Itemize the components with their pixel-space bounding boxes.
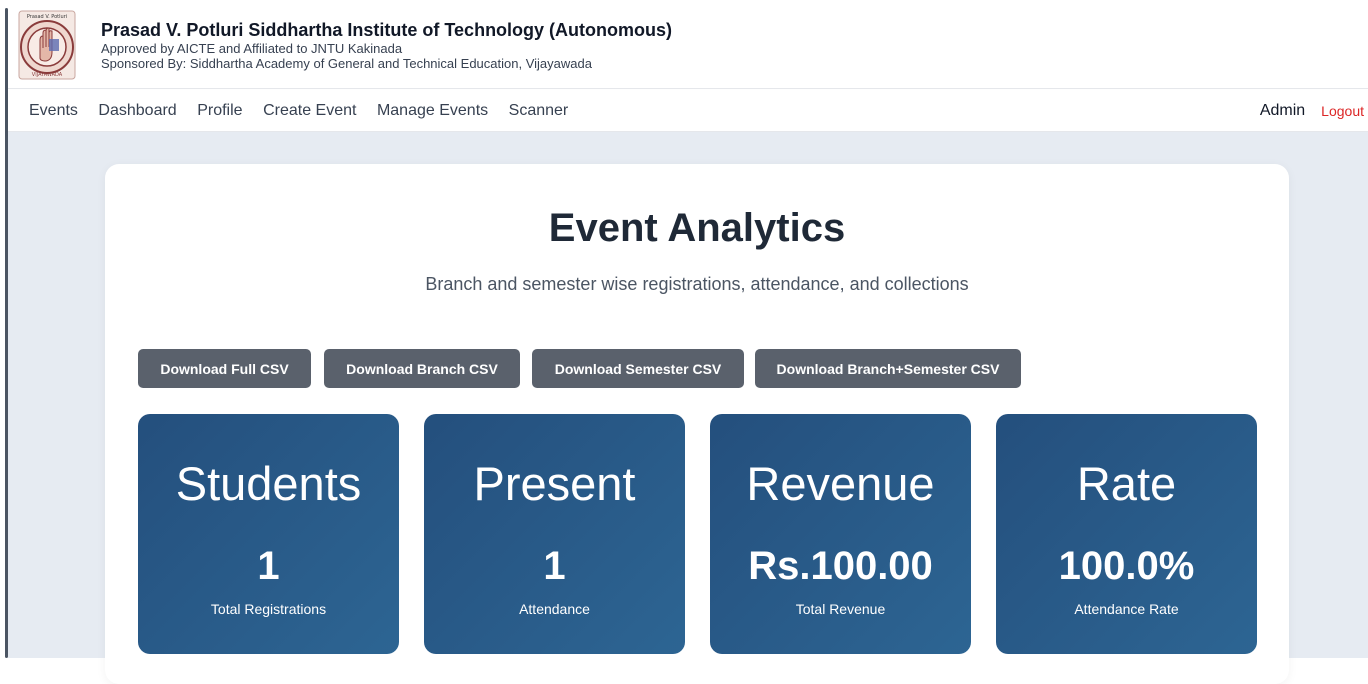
stat-label: Total Registrations xyxy=(210,601,327,617)
institute-header: Prasad V. Potluri VIJAYAWADA Prasad V. P… xyxy=(8,0,1368,89)
page-title: Event Analytics xyxy=(548,206,846,250)
stat-title: Rate xyxy=(1076,457,1177,510)
download-branch-semester-csv-button[interactable]: Download Branch+Semester CSV xyxy=(755,349,1021,388)
nav-dashboard[interactable]: Dashboard xyxy=(98,102,176,120)
nav-create-event[interactable]: Create Event xyxy=(263,102,356,120)
stat-value: 1 xyxy=(257,544,280,588)
nav-events[interactable]: Events xyxy=(29,102,78,120)
institute-sponsor: Sponsored By: Siddhartha Academy of Gene… xyxy=(101,56,592,71)
main-navbar: Events Dashboard Profile Create Event Ma… xyxy=(8,90,1368,132)
page-subtitle: Branch and semester wise registrations, … xyxy=(425,274,969,294)
stat-title: Students xyxy=(175,457,362,510)
logo-top-text: Prasad V. Potluri xyxy=(27,14,67,20)
stat-card-present: Present 1 Attendance xyxy=(424,414,685,654)
stat-label: Total Revenue xyxy=(795,601,886,617)
stat-value: Rs.100.00 xyxy=(748,544,933,588)
institute-name: Prasad V. Potluri Siddhartha Institute o… xyxy=(101,20,673,40)
nav-manage-events[interactable]: Manage Events xyxy=(377,102,488,120)
stat-title: Revenue xyxy=(746,457,935,510)
user-name: Admin xyxy=(1259,102,1306,119)
stat-label: Attendance xyxy=(519,601,590,617)
stat-value: 100.0% xyxy=(1058,544,1195,588)
nav-profile[interactable]: Profile xyxy=(197,102,242,120)
nav-links: Events Dashboard Profile Create Event Ma… xyxy=(29,90,589,132)
stat-card-students: Students 1 Total Registrations xyxy=(138,414,399,654)
stat-card-revenue: Revenue Rs.100.00 Total Revenue xyxy=(710,414,971,654)
institute-approval: Approved by AICTE and Affiliated to JNTU… xyxy=(101,41,403,56)
stat-card-rate: Rate 100.0% Attendance Rate xyxy=(996,414,1257,654)
logo-bottom-text: VIJAYAWADA xyxy=(32,72,63,78)
download-full-csv-button[interactable]: Download Full CSV xyxy=(138,349,311,388)
nav-user-area: Admin Logout xyxy=(1260,90,1364,132)
stat-title: Present xyxy=(473,457,636,510)
stat-label: Attendance Rate xyxy=(1074,601,1179,617)
institute-seal-icon: Prasad V. Potluri VIJAYAWADA xyxy=(18,10,76,80)
left-edge xyxy=(0,0,8,658)
main-content-area: Event Analytics Branch and semester wise… xyxy=(8,132,1368,684)
analytics-card: Event Analytics Branch and semester wise… xyxy=(105,164,1289,684)
stat-value: 1 xyxy=(543,544,566,588)
download-branch-csv-button[interactable]: Download Branch CSV xyxy=(324,349,520,388)
logout-link[interactable]: Logout xyxy=(1321,103,1364,119)
nav-scanner[interactable]: Scanner xyxy=(509,102,569,120)
download-semester-csv-button[interactable]: Download Semester CSV xyxy=(532,349,744,388)
institute-text-block: Prasad V. Potluri Siddhartha Institute o… xyxy=(101,19,672,71)
